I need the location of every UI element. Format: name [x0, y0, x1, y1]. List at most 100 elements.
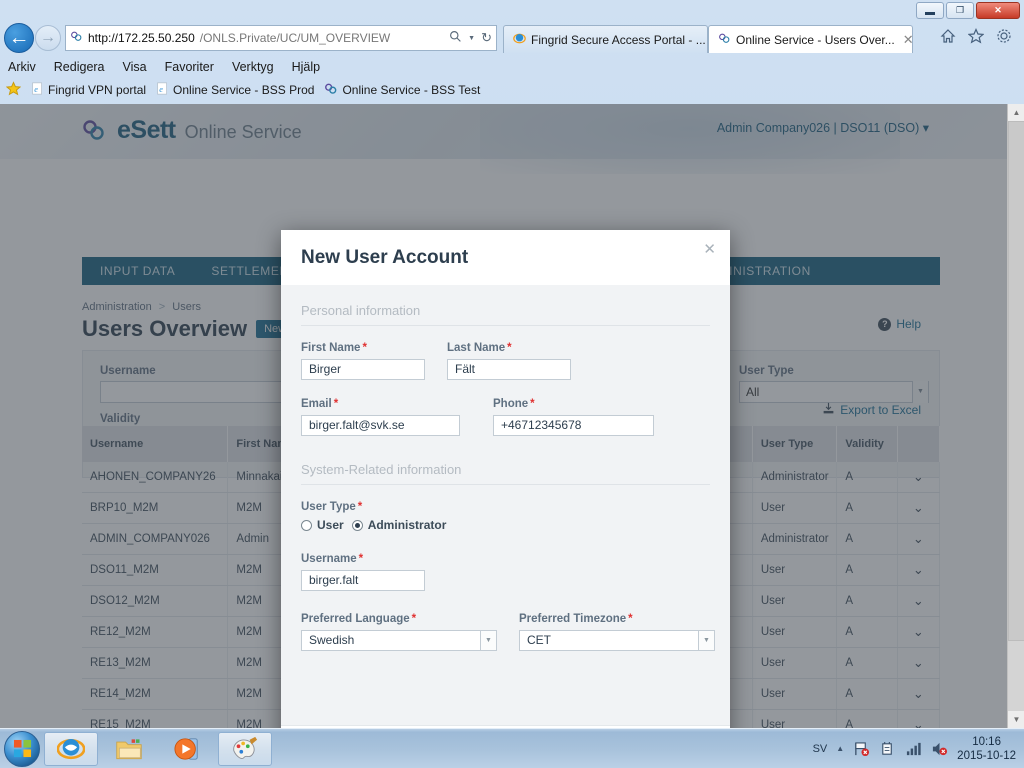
row-preferences: Preferred Language * Swedish ▼ Preferred …	[301, 613, 715, 651]
tray-language-indicator[interactable]: SV	[813, 743, 828, 755]
taskbar-paint[interactable]	[218, 731, 272, 766]
tab-label: Fingrid Secure Access Portal - ...	[531, 32, 706, 47]
home-icon[interactable]	[940, 28, 956, 48]
volume-muted-icon[interactable]	[931, 741, 948, 757]
start-button-icon[interactable]	[4, 730, 40, 767]
taskbar-media-player[interactable]	[160, 732, 214, 766]
taskbar-file-explorer[interactable]	[102, 732, 156, 766]
windows-taskbar: SV ▲ 10:16 2015-10-12	[0, 728, 1024, 768]
address-url-host: http://172.25.50.250	[88, 31, 195, 45]
username-input[interactable]: birger.falt	[301, 570, 425, 591]
network-flag-icon[interactable]	[853, 741, 870, 757]
dialog-title: New User Account	[301, 246, 469, 268]
username-label: Username *	[301, 553, 364, 565]
favorite-label: Online Service - BSS Test	[342, 83, 481, 97]
favorite-fingrid-vpn-portal[interactable]: e Fingrid VPN portal	[31, 82, 146, 98]
favorite-label: Online Service - BSS Prod	[173, 83, 315, 97]
menu-arkiv[interactable]: Arkiv	[8, 60, 36, 74]
address-url-path: /ONLS.Private/UC/UM_OVERVIEW	[199, 31, 391, 45]
svg-text:e: e	[34, 85, 38, 94]
ie-icon: e	[156, 82, 169, 98]
menu-redigera[interactable]: Redigera	[54, 60, 105, 74]
ie-icon	[513, 32, 526, 48]
field-email: Email * birger.falt@svk.se	[301, 398, 460, 436]
field-username: Username * birger.falt	[301, 553, 710, 591]
forward-arrow-icon[interactable]: →	[35, 25, 61, 51]
section-system-related-information: System-Related information	[301, 462, 710, 485]
refresh-icon[interactable]: ↻	[481, 30, 492, 46]
menu-hjalp[interactable]: Hjälp	[292, 60, 321, 74]
chevron-down-icon[interactable]: ▼	[480, 630, 497, 651]
esett-icon	[324, 82, 338, 99]
system-tray: SV ▲ 10:16 2015-10-12	[813, 735, 1024, 763]
menu-bar: Arkiv Redigera Visa Favoriter Verktyg Hj…	[0, 56, 1024, 78]
radio-circle-icon[interactable]	[301, 519, 312, 531]
chevron-down-icon[interactable]: ▼	[698, 630, 715, 651]
field-phone: Phone * +46712345678	[493, 398, 654, 436]
email-input[interactable]: birger.falt@svk.se	[301, 415, 460, 436]
scroll-down-icon[interactable]: ▼	[1008, 711, 1024, 728]
taskbar-internet-explorer[interactable]	[44, 731, 98, 766]
radio-option-administrator[interactable]: Administrator	[351, 518, 446, 532]
tab-fingrid-portal[interactable]: Fingrid Secure Access Portal - ...	[503, 25, 708, 53]
svg-text:e: e	[159, 85, 163, 94]
dialog-body: Personal information First Name * Birger …	[281, 285, 730, 728]
required-marker: *	[411, 613, 417, 625]
required-marker: *	[507, 342, 512, 354]
radio-label-user: User	[317, 518, 344, 532]
menu-favoriter[interactable]: Favoriter	[165, 60, 214, 74]
clock[interactable]: 10:16 2015-10-12	[957, 735, 1016, 763]
signal-bars-icon[interactable]	[905, 741, 922, 757]
search-icon[interactable]	[449, 30, 462, 46]
preferred-timezone-select[interactable]: CET ▼	[519, 630, 715, 651]
field-first-name: First Name * Birger	[301, 342, 425, 380]
menu-visa[interactable]: Visa	[123, 60, 147, 74]
first-name-input[interactable]: Birger	[301, 359, 425, 380]
field-preferred-timezone: Preferred Timezone * CET ▼	[519, 613, 715, 651]
favorites-star-icon[interactable]	[967, 28, 985, 48]
scrollbar-thumb[interactable]	[1008, 121, 1024, 641]
radio-circle-checked-icon[interactable]	[351, 519, 363, 531]
field-last-name: Last Name * Fält	[447, 342, 571, 380]
page-scrollbar[interactable]: ▲ ▼	[1007, 104, 1024, 728]
preferred-timezone-value: CET	[527, 633, 551, 647]
esett-icon	[718, 32, 731, 48]
tray-expand-icon[interactable]: ▲	[836, 744, 844, 753]
window-controls: ❐ ✕	[916, 2, 1020, 19]
address-bar[interactable]: http://172.25.50.250/ONLS.Private/UC/UM_…	[65, 25, 497, 51]
last-name-label: Last Name *	[447, 342, 512, 354]
minimize-button[interactable]	[916, 2, 944, 19]
row-name: First Name * Birger Last Name * Fält	[301, 342, 710, 380]
favorites-star-icon[interactable]	[5, 81, 22, 99]
menu-verktyg[interactable]: Verktyg	[232, 60, 274, 74]
phone-input[interactable]: +46712345678	[493, 415, 654, 436]
tab-strip: Fingrid Secure Access Portal - ... Onlin…	[503, 23, 913, 53]
ie-icon: e	[31, 82, 44, 98]
field-preferred-language: Preferred Language * Swedish ▼	[301, 613, 497, 651]
settings-gear-icon[interactable]	[996, 28, 1012, 48]
close-icon[interactable]: ✕	[703, 240, 716, 258]
first-name-label: First Name *	[301, 342, 367, 354]
favorite-online-service-bss-prod[interactable]: e Online Service - BSS Prod	[156, 82, 314, 98]
last-name-input[interactable]: Fält	[447, 359, 571, 380]
close-icon[interactable]: ✕	[903, 32, 912, 48]
clock-date: 2015-10-12	[957, 749, 1016, 762]
required-marker: *	[357, 501, 363, 513]
favorite-online-service-bss-test[interactable]: Online Service - BSS Test	[324, 82, 480, 99]
close-window-button[interactable]: ✕	[976, 2, 1020, 19]
back-arrow-icon[interactable]: ←	[4, 23, 34, 53]
user-type-label: User Type *	[301, 501, 363, 513]
chevron-down-icon[interactable]: ▼	[468, 35, 475, 42]
section-personal-information: Personal information	[301, 303, 710, 326]
email-label: Email *	[301, 398, 339, 410]
new-user-account-dialog: New User Account ✕ Personal information …	[281, 230, 730, 728]
row-contact: Email * birger.falt@svk.se Phone * +467123…	[301, 398, 710, 436]
required-marker: *	[333, 398, 339, 410]
phone-label: Phone *	[493, 398, 535, 410]
action-center-icon[interactable]	[879, 741, 896, 757]
tab-online-service-users[interactable]: Online Service - Users Over... ✕	[708, 25, 913, 53]
radio-option-user[interactable]: User	[301, 518, 344, 532]
preferred-language-select[interactable]: Swedish ▼	[301, 630, 497, 651]
restore-button[interactable]: ❐	[946, 2, 974, 19]
scroll-up-icon[interactable]: ▲	[1008, 104, 1024, 121]
